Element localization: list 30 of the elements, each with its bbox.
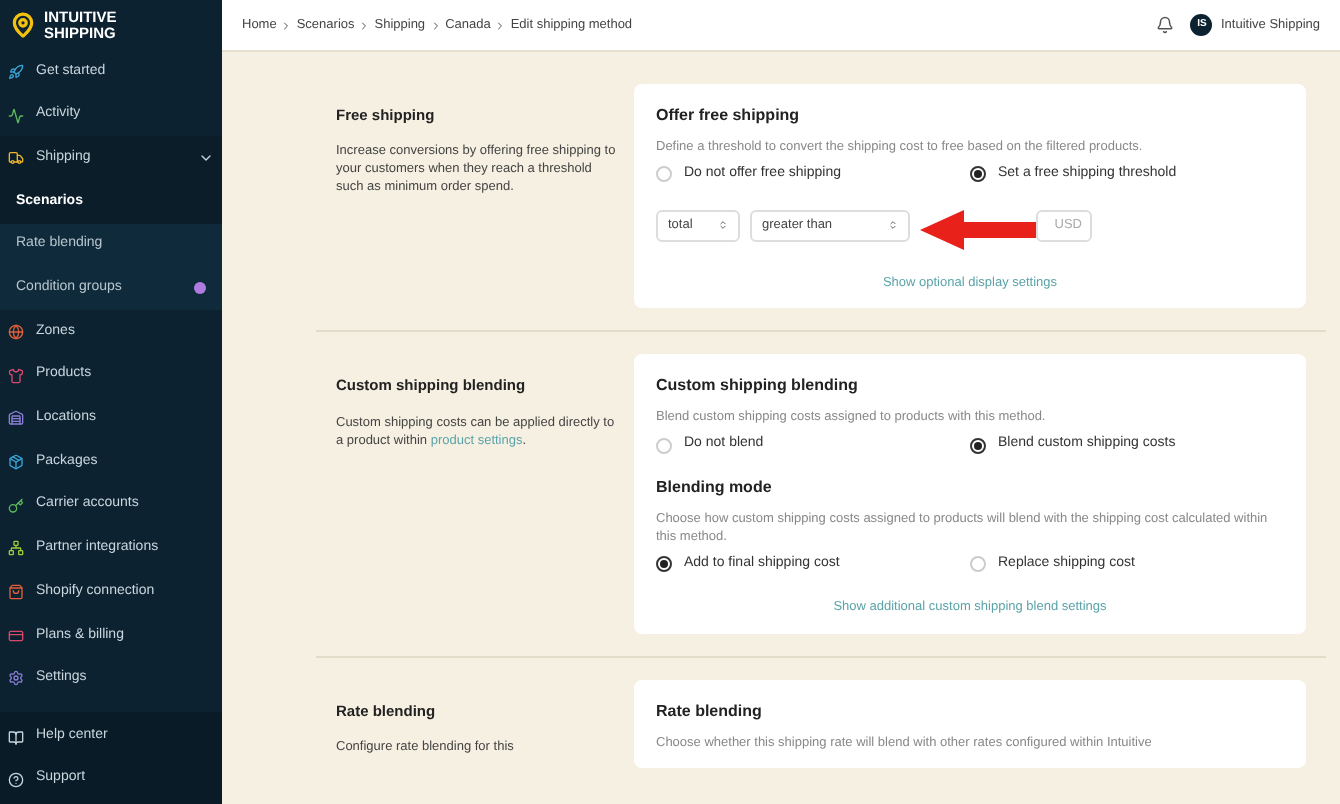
- help-icon: [8, 771, 24, 787]
- arrow-annotation: [920, 209, 1036, 249]
- chart-icon: [8, 107, 24, 124]
- chevron-icon: [494, 19, 507, 31]
- key-icon: [8, 497, 24, 514]
- updown-icon: [718, 220, 728, 230]
- shirt-icon: [8, 367, 24, 384]
- radio-button[interactable]: [656, 556, 672, 572]
- bell-icon[interactable]: [1156, 16, 1175, 34]
- chevron-icon: [429, 19, 442, 31]
- pin-logo-icon: [10, 12, 36, 38]
- radio-button[interactable]: [970, 437, 986, 453]
- card-title: Rate blending: [656, 700, 764, 724]
- card-title: Blending mode: [656, 475, 774, 500]
- chevron-icon: [280, 19, 293, 31]
- truck-icon: [8, 150, 24, 167]
- card-title: Offer free shipping: [656, 104, 802, 128]
- updown-icon: [888, 220, 898, 230]
- chevron-icon: [358, 19, 371, 31]
- settings-icon: [8, 670, 24, 687]
- bag-icon: [8, 584, 24, 601]
- radio-button[interactable]: [970, 166, 986, 183]
- box-icon: [8, 454, 24, 471]
- globe-icon: [8, 323, 24, 340]
- card-title: Custom shipping blending: [656, 374, 860, 399]
- rocket-icon: [8, 63, 24, 80]
- book-icon: [8, 729, 24, 745]
- building-icon: [8, 410, 24, 427]
- card-icon: [8, 627, 24, 644]
- network-icon: [8, 540, 24, 557]
